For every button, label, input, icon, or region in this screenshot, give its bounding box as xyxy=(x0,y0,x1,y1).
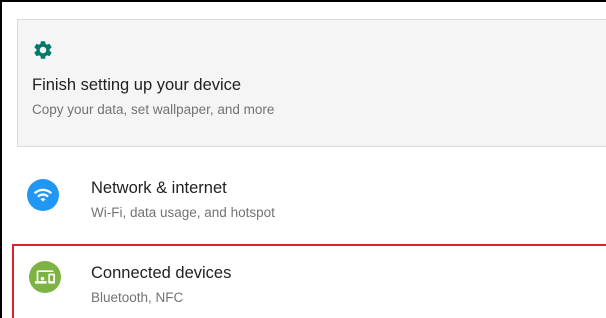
gear-icon xyxy=(34,41,52,59)
connected-devices-title: Connected devices xyxy=(91,264,232,282)
network-internet-subtitle: Wi-Fi, data usage, and hotspot xyxy=(91,205,275,220)
settings-item-network-internet[interactable]: Network & internet Wi-Fi, data usage, an… xyxy=(2,163,606,241)
suggestion-title: Finish setting up your device xyxy=(32,76,242,94)
connected-devices-icon xyxy=(35,270,55,284)
suggestion-card-finish-setup[interactable]: Finish setting up your device Copy your … xyxy=(17,19,606,147)
connected-devices-icon-circle xyxy=(29,261,61,293)
suggestion-subtitle: Copy your data, set wallpaper, and more xyxy=(32,102,275,117)
settings-item-connected-devices[interactable]: Connected devices Bluetooth, NFC xyxy=(12,244,606,318)
network-icon-circle xyxy=(27,179,59,211)
network-internet-title: Network & internet xyxy=(91,179,227,197)
connected-devices-subtitle: Bluetooth, NFC xyxy=(91,290,184,305)
wifi-icon xyxy=(33,188,53,202)
